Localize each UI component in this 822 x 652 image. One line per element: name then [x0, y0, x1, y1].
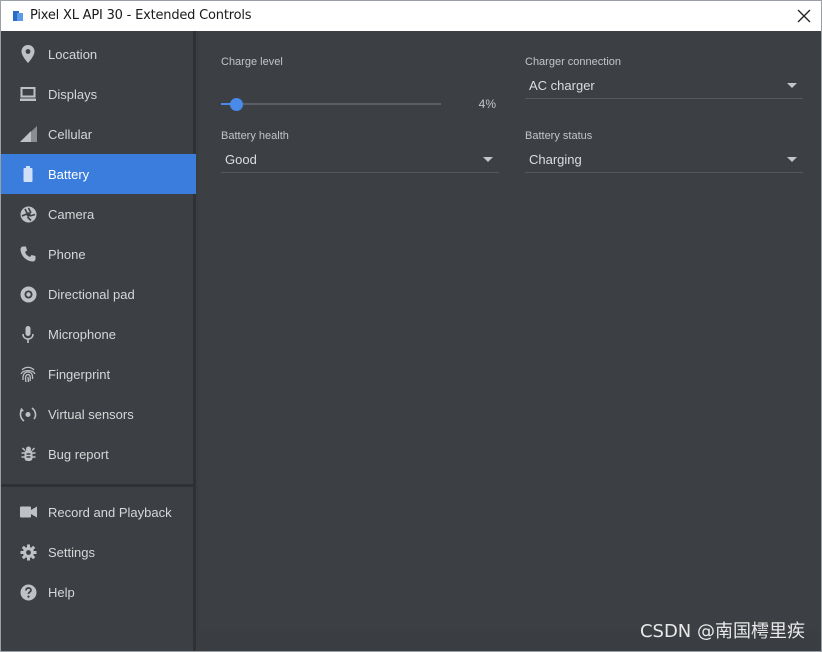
sidebar-item-label: Settings — [48, 544, 95, 560]
sidebar-item-fingerprint[interactable]: Fingerprint — [1, 354, 196, 394]
help-icon — [19, 583, 37, 601]
sidebar-nav-bottom: Record and Playback Settings Help — [1, 484, 196, 612]
sidebar-item-microphone[interactable]: Microphone — [1, 314, 196, 354]
camera-aperture-icon — [19, 205, 37, 223]
sidebar-item-cellular[interactable]: Cellular — [1, 114, 196, 154]
rotate-sensor-icon — [19, 405, 37, 423]
battery-health-value: Good — [225, 152, 257, 167]
charge-level-label: Charge level — [221, 56, 283, 68]
extended-controls-window: Pixel XL API 30 - Extended Controls Loca… — [0, 0, 822, 652]
watermark: CSDN @南国樗里疾 — [639, 621, 805, 642]
charge-level-slider[interactable] — [221, 97, 441, 111]
chevron-down-icon — [787, 157, 797, 162]
sidebar-item-battery[interactable]: Battery — [1, 154, 196, 194]
sidebar-item-label: Location — [48, 46, 98, 62]
sidebar-item-camera[interactable]: Camera — [1, 194, 196, 234]
fingerprint-icon — [19, 365, 37, 383]
charger-connection-label: Charger connection — [525, 56, 622, 68]
chevron-down-icon — [483, 157, 493, 162]
sidebar-item-record-and-playback[interactable]: Record and Playback — [1, 492, 196, 532]
battery-status-label: Battery status — [525, 130, 593, 142]
battery-status-value: Charging — [529, 152, 582, 167]
sidebar-item-label: Microphone — [48, 326, 116, 342]
battery-health-dropdown[interactable]: Good — [221, 147, 499, 173]
sidebar-item-label: Bug report — [48, 446, 109, 462]
location-pin-icon — [19, 45, 37, 63]
sidebar-item-label: Phone — [48, 246, 86, 262]
video-camera-icon — [19, 503, 37, 521]
gear-icon — [19, 543, 37, 561]
slider-thumb[interactable] — [230, 98, 243, 111]
charge-level-value: 4% — [478, 97, 496, 111]
sidebar-item-virtual-sensors[interactable]: Virtual sensors — [1, 394, 196, 434]
sidebar-item-bug-report[interactable]: Bug report — [1, 434, 196, 474]
sidebar-item-displays[interactable]: Displays — [1, 74, 196, 114]
sidebar-item-help[interactable]: Help — [1, 572, 196, 612]
microphone-icon — [19, 325, 37, 343]
sidebar-item-label: Virtual sensors — [48, 406, 134, 422]
display-icon — [19, 85, 37, 103]
sidebar-item-label: Battery — [48, 166, 90, 182]
battery-panel: Charge level 4% Charger connection AC ch… — [199, 31, 821, 631]
title-bar: Pixel XL API 30 - Extended Controls — [1, 1, 821, 31]
sidebar-item-label: Camera — [48, 206, 95, 222]
close-button[interactable] — [793, 5, 815, 27]
charger-connection-value: AC charger — [529, 78, 595, 93]
window-title: Pixel XL API 30 - Extended Controls — [30, 8, 252, 23]
sidebar-nav-main: Location Displays Cellular Battery Camer… — [1, 34, 196, 474]
chevron-down-icon — [787, 83, 797, 88]
phone-icon — [19, 245, 37, 263]
sidebar-item-settings[interactable]: Settings — [1, 532, 196, 572]
close-icon — [797, 9, 811, 23]
sidebar-item-label: Fingerprint — [48, 366, 111, 382]
sidebar-item-label: Help — [48, 584, 75, 600]
sidebar-item-phone[interactable]: Phone — [1, 234, 196, 274]
slider-track — [221, 103, 441, 105]
sidebar-item-label: Directional pad — [48, 286, 135, 302]
sidebar-item-label: Record and Playback — [48, 504, 172, 520]
sidebar-item-location[interactable]: Location — [1, 34, 196, 74]
sidebar-item-directional-pad[interactable]: Directional pad — [1, 274, 196, 314]
sidebar-item-label: Displays — [48, 86, 98, 102]
emulator-app-icon — [13, 11, 23, 21]
signal-icon — [19, 125, 37, 143]
battery-health-label: Battery health — [221, 130, 289, 142]
sidebar: Location Displays Cellular Battery Camer… — [1, 31, 196, 651]
sidebar-item-label: Cellular — [48, 126, 93, 142]
charger-connection-dropdown[interactable]: AC charger — [525, 73, 803, 99]
bug-icon — [19, 445, 37, 463]
battery-icon — [19, 165, 37, 183]
battery-status-dropdown[interactable]: Charging — [525, 147, 803, 173]
dpad-icon — [19, 285, 37, 303]
